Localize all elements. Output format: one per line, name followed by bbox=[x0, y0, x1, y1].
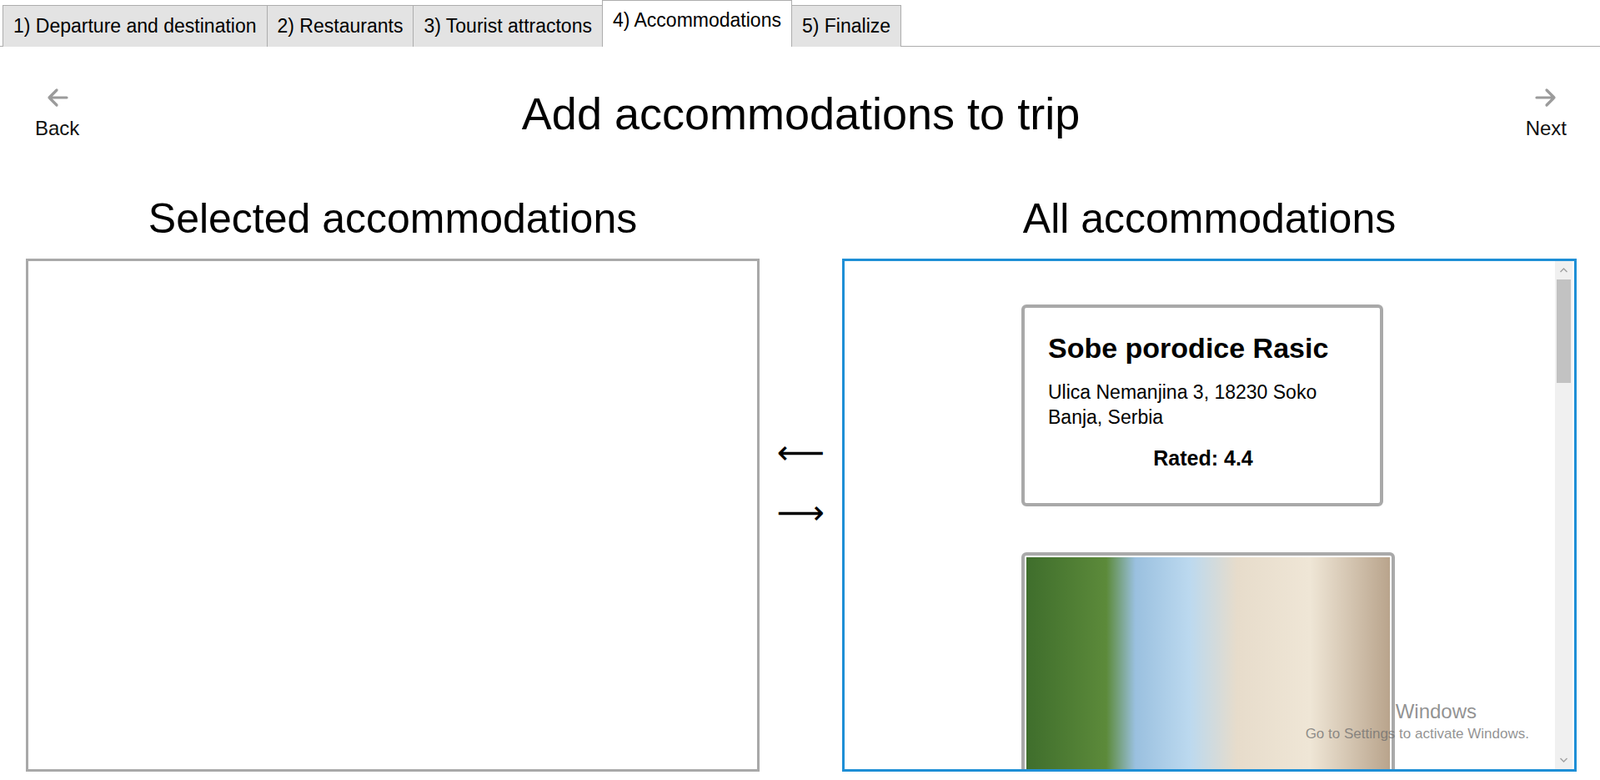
accommodation-address: Ulica Nemanjina 3, 18230 Soko Banja, Ser… bbox=[1048, 379, 1359, 430]
header: Back Add accommodations to trip Next bbox=[0, 46, 1600, 147]
trip-planner: 1) Departure and destination2) Restauran… bbox=[0, 0, 1600, 780]
tab-strip: 1) Departure and destination2) Restauran… bbox=[0, 0, 1600, 47]
accommodation-rating: Rated: 4.4 bbox=[1048, 446, 1359, 471]
accommodation-card[interactable]: Sobe porodice Rasic Ulica Nemanjina 3, 18… bbox=[1021, 304, 1384, 507]
columns: Selected accommodations All accommodation… bbox=[0, 146, 1600, 772]
tab[interactable]: 3) Tourist attractons bbox=[412, 5, 603, 47]
move-button[interactable]: ⟵ bbox=[777, 431, 825, 472]
tab[interactable]: 2) Restaurants bbox=[266, 5, 415, 47]
selected-heading: Selected accommodations bbox=[25, 193, 760, 244]
accommodation-name: Sobe porodice Rasic bbox=[1048, 331, 1359, 365]
page-title: Add accommodations to trip bbox=[521, 86, 1080, 141]
move-button[interactable]: ⟶ bbox=[777, 491, 825, 532]
scroll-down-icon[interactable] bbox=[1554, 750, 1573, 769]
accommodation-photo-card[interactable] bbox=[1021, 551, 1395, 769]
accommodation-photo bbox=[1026, 556, 1390, 769]
scroll-thumb[interactable] bbox=[1556, 279, 1571, 383]
scroll-track bbox=[1554, 279, 1573, 751]
tab[interactable]: 4) Accommodations bbox=[601, 0, 793, 47]
back-button[interactable]: Back bbox=[35, 85, 80, 141]
arrow-left-icon bbox=[45, 85, 71, 111]
selected-list[interactable] bbox=[25, 258, 760, 772]
all-list[interactable]: Sobe porodice Rasic Ulica Nemanjina 3, 18… bbox=[842, 258, 1577, 772]
scrollbar[interactable] bbox=[1554, 260, 1573, 769]
next-button[interactable]: Next bbox=[1525, 85, 1567, 141]
scroll-up-icon[interactable] bbox=[1554, 260, 1573, 280]
move-buttons: ⟵⟶ bbox=[759, 258, 843, 772]
tab[interactable]: 1) Departure and destination bbox=[2, 5, 268, 47]
tab[interactable]: 5) Finalize bbox=[791, 5, 902, 47]
all-heading: All accommodations bbox=[842, 193, 1577, 244]
activation-watermark: WindowsGo to Settings to activate Window… bbox=[1305, 698, 1530, 744]
accommodation-list: Sobe porodice Rasic Ulica Nemanjina 3, 18… bbox=[844, 260, 1555, 769]
back-label: Back bbox=[35, 116, 80, 141]
next-label: Next bbox=[1525, 116, 1567, 141]
arrow-right-icon bbox=[1533, 85, 1559, 111]
